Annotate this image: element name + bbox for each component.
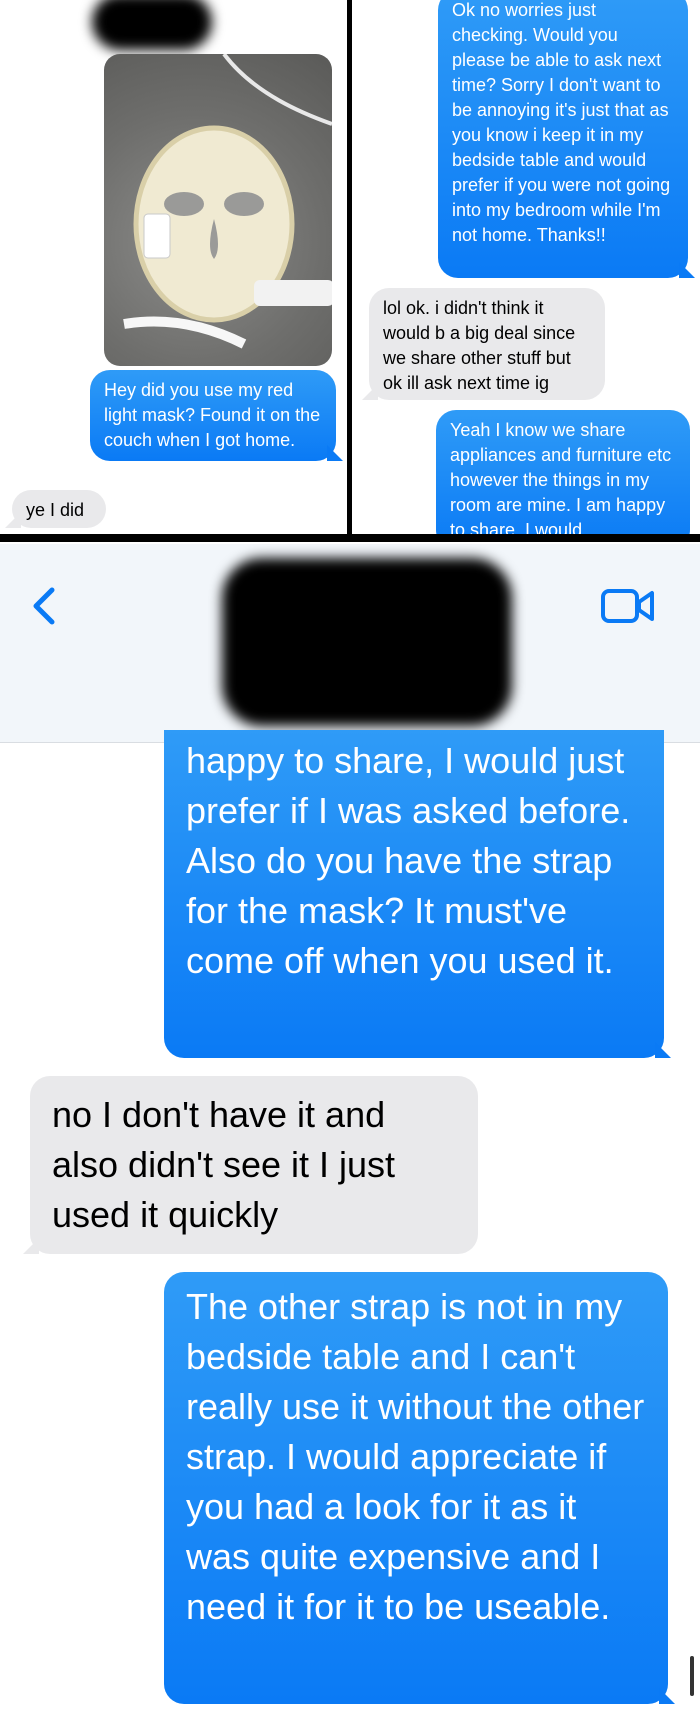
conversation-header [0,544,700,743]
redacted-contact-name [92,0,212,50]
screenshot-2: Ok no worries just checking. Would you p… [352,0,700,534]
message-bubble-received[interactable]: no I don't have it and also didn't see i… [30,1076,478,1254]
message-text: no I don't have it and also didn't see i… [52,1094,396,1235]
message-text: Yeah I know we share appliances and furn… [450,420,672,534]
message-text: The other strap is not in my bedside tab… [186,1286,645,1627]
panel-divider-horizontal [0,534,700,542]
red-light-mask-photo[interactable] [104,54,332,366]
message-bubble-received[interactable]: ye I did [12,490,106,528]
message-text: lol ok. i didn't think it would b a big … [383,298,576,393]
redacted-contact-avatar [222,558,512,726]
message-text: Ok no worries just checking. Would you p… [452,0,671,245]
message-bubble-sent[interactable]: Ok no worries just checking. Would you p… [438,0,688,278]
message-text: Hey did you use my red light mask? Found… [104,380,321,450]
message-text: happy to share, I would just prefer if I… [186,740,631,981]
message-text: ye I did [26,500,85,520]
message-bubble-sent[interactable]: Yeah I know we share appliances and furn… [436,410,690,534]
message-bubble-received[interactable]: lol ok. i didn't think it would b a big … [369,288,605,400]
video-camera-icon[interactable] [600,588,656,624]
mask-image-icon [123,54,332,349]
scrollbar[interactable] [690,1656,694,1696]
screenshot-1: Hey did you use my red light mask? Found… [0,0,347,534]
chevron-left-icon[interactable] [26,584,66,628]
message-bubble-sent[interactable]: Hey did you use my red light mask? Found… [90,370,336,461]
message-bubble-sent[interactable]: happy to share, I would just prefer if I… [164,730,664,1058]
message-bubble-sent[interactable]: The other strap is not in my bedside tab… [164,1272,668,1704]
